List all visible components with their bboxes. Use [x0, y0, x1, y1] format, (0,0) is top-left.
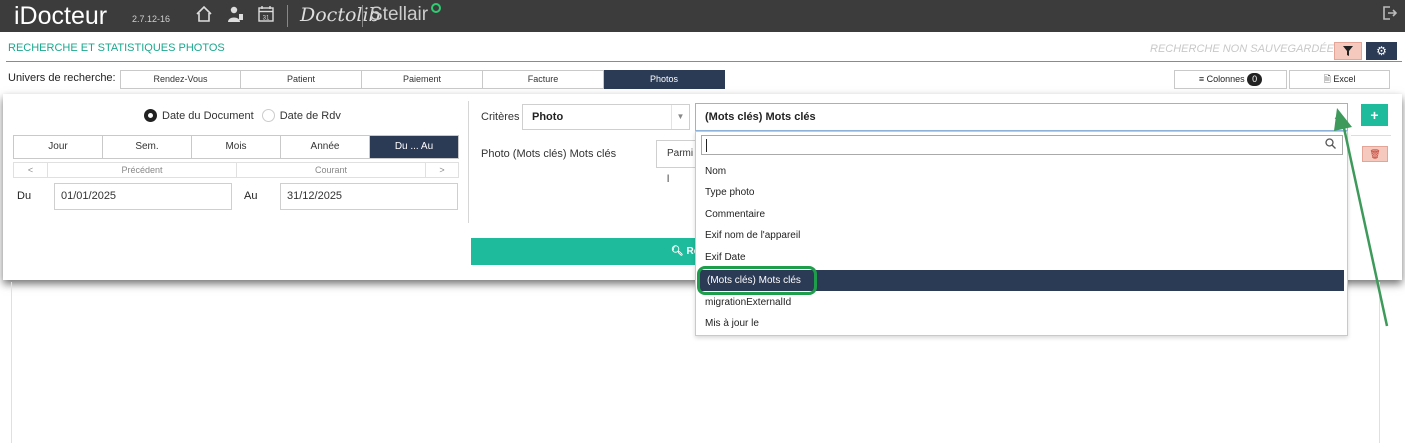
excel-export-button[interactable]: 🗎 Excel	[1289, 70, 1390, 89]
period-tabs: Jour Sem. Mois Année Du ... Au	[13, 135, 459, 159]
au-date-input[interactable]: 31/12/2025	[280, 183, 458, 210]
du-label: Du	[17, 190, 32, 202]
criteres-field-value: (Mots clés) Mots clés	[705, 111, 816, 123]
calendar-icon[interactable]: 31	[255, 5, 277, 27]
tab-rendez-vous[interactable]: Rendez-Vous	[120, 70, 241, 89]
page-title: RECHERCHE ET STATISTIQUES PHOTOS	[8, 42, 225, 54]
radio-date-rdv[interactable]	[261, 109, 275, 122]
period-mois[interactable]: Mois	[192, 136, 281, 158]
dropdown-item-exif-appareil[interactable]: Exif nom de l'appareil	[696, 225, 1347, 246]
chevron-down-icon: ▼	[671, 105, 689, 129]
separator	[287, 5, 288, 27]
period-semaine[interactable]: Sem.	[103, 136, 192, 158]
stellair-status-icon	[431, 3, 441, 13]
period-du-au[interactable]: Du ... Au	[370, 136, 458, 158]
criteres-field-select[interactable]: (Mots clés) Mots clés ▲	[695, 103, 1348, 131]
search-icon	[1325, 138, 1336, 152]
excel-file-icon: 🗎	[1323, 74, 1331, 84]
results-border-right	[1379, 282, 1380, 443]
separator	[362, 5, 363, 27]
search-button[interactable]: 🔍︎ Re	[471, 238, 697, 265]
nav-next-arrow[interactable]: >	[426, 163, 458, 177]
panel-divider	[468, 101, 469, 223]
excel-label: Excel	[1333, 74, 1356, 84]
criteres-label: Critères	[481, 111, 520, 123]
app-title[interactable]: iDocteur	[14, 2, 107, 31]
add-criteria-button[interactable]: +	[1361, 104, 1388, 126]
svg-text:31: 31	[263, 16, 270, 22]
header-divider	[6, 61, 1402, 62]
text-caret	[706, 139, 707, 152]
dropdown-item-mis-a-jour[interactable]: Mis à jour le	[696, 313, 1347, 334]
operator-select[interactable]: Parmi l	[656, 140, 698, 185]
delete-criteria-button[interactable]: 🗑	[1362, 146, 1388, 162]
gear-icon: ⚙	[1376, 44, 1387, 58]
nav-precedent[interactable]: Précédent	[48, 163, 237, 177]
colonnes-button[interactable]: ≡ Colonnes 0	[1174, 70, 1287, 89]
dropdown-item-nom[interactable]: Nom	[696, 161, 1347, 182]
colonnes-count-badge: 0	[1247, 73, 1263, 86]
date-type-radio-group: Date du Document Date de Rdv	[144, 109, 341, 122]
tab-patient[interactable]: Patient	[241, 70, 362, 89]
colonnes-label: Colonnes	[1206, 74, 1245, 84]
tab-photos[interactable]: Photos	[604, 70, 725, 89]
radio-date-document-label[interactable]: Date du Document	[162, 110, 254, 122]
univers-label: Univers de recherche:	[8, 72, 116, 84]
du-date-input[interactable]: 01/01/2025	[54, 183, 232, 210]
nav-prev-arrow[interactable]: <	[14, 163, 48, 177]
top-bar: iDocteur 2.7.12-16 31 Doctolib Stellair	[0, 0, 1405, 32]
dropdown-item-type-photo[interactable]: Type photo	[696, 182, 1347, 203]
radio-date-rdv-label[interactable]: Date de Rdv	[280, 110, 341, 122]
annotation-highlight-ring	[697, 266, 817, 295]
nav-courant[interactable]: Courant	[237, 163, 426, 177]
logout-icon[interactable]	[1381, 5, 1398, 26]
list-icon: ≡	[1198, 74, 1205, 84]
results-border-left	[11, 282, 12, 443]
criteria-row-label: Photo (Mots clés) Mots clés	[481, 148, 617, 160]
au-label: Au	[244, 190, 258, 202]
save-status: RECHERCHE NON SAUVEGARDÉE	[1150, 43, 1334, 55]
period-annee[interactable]: Année	[281, 136, 370, 158]
period-jour[interactable]: Jour	[14, 136, 103, 158]
dropdown-item-exif-date[interactable]: Exif Date	[696, 247, 1347, 268]
trash-icon: 🗑	[1369, 149, 1381, 159]
period-nav: < Précédent Courant >	[13, 162, 459, 178]
user-icon[interactable]	[224, 5, 246, 27]
dropdown-item-commentaire[interactable]: Commentaire	[696, 204, 1347, 225]
app-version: 2.7.12-16	[132, 14, 171, 24]
univers-tabs: Rendez-Vous Patient Paiement Facture Pho…	[120, 70, 725, 89]
criteres-entity-value: Photo	[532, 111, 564, 123]
chevron-up-icon: ▲	[1333, 112, 1341, 121]
divider	[1351, 135, 1391, 136]
home-icon[interactable]	[193, 5, 215, 27]
radio-date-document[interactable]	[144, 109, 157, 122]
field-dropdown: Nom Type photo Commentaire Exif nom de l…	[695, 131, 1348, 336]
doctolib-link[interactable]: Doctolib	[300, 4, 381, 26]
settings-button[interactable]: ⚙	[1366, 42, 1397, 60]
dropdown-search-input[interactable]	[701, 135, 1343, 155]
search-icon: 🔍︎	[671, 246, 684, 257]
tab-facture[interactable]: Facture	[483, 70, 604, 89]
stellair-link[interactable]: Stellair	[370, 4, 428, 26]
criteres-entity-select[interactable]: Photo ▼	[522, 104, 690, 130]
dropdown-item-migration-external-id[interactable]: migrationExternalId	[696, 292, 1347, 313]
filter-button[interactable]	[1334, 42, 1362, 60]
tab-paiement[interactable]: Paiement	[362, 70, 483, 89]
